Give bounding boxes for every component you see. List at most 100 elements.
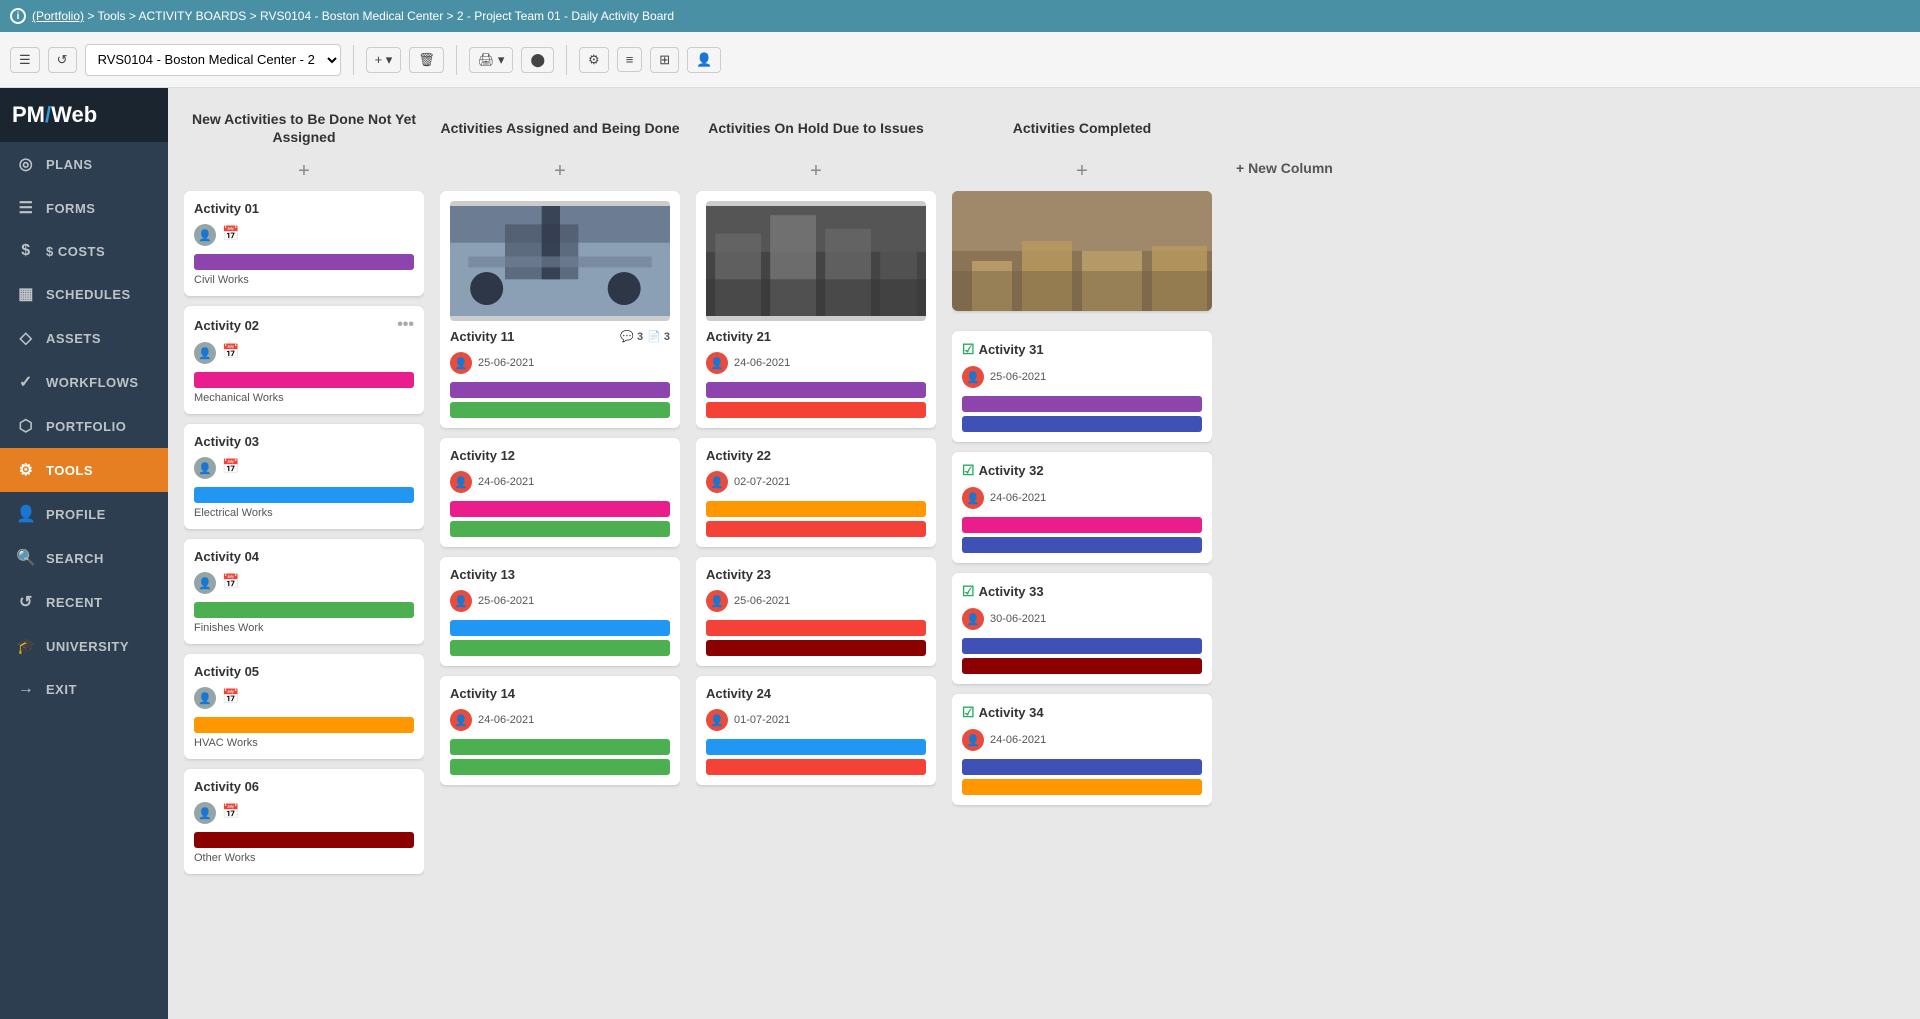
sidebar-label-assets: ASSETS — [46, 331, 101, 346]
date-act31: 25-06-2021 — [990, 371, 1046, 383]
top-bar: i (Portfolio) > Tools > ACTIVITY BOARDS … — [0, 0, 1920, 32]
calendar-act04: 📅 — [222, 573, 242, 593]
card-act34-meta: 👤 24-06-2021 — [962, 729, 1202, 751]
sidebar-label-plans: PLANS — [46, 157, 93, 172]
card-act03-title: Activity 03 — [194, 434, 414, 449]
date-act22: 02-07-2021 — [734, 476, 790, 488]
sidebar-item-profile[interactable]: 👤 PROFILE — [0, 492, 168, 536]
sidebar: PM/Web ◎ PLANS ☰ FORMS $ $ COSTS ▦ SCHED… — [0, 88, 168, 1019]
card-act31: ☑ Activity 31 👤 25-06-2021 — [952, 331, 1212, 442]
card-act22-meta: 👤 02-07-2021 — [706, 471, 926, 493]
sidebar-item-tools[interactable]: ⚙ TOOLs — [0, 448, 168, 492]
sidebar-item-portfolio[interactable]: ⬡ PORTFOLIO — [0, 404, 168, 448]
sidebar-item-workflows[interactable]: ✓ WORKFLOWS — [0, 360, 168, 404]
calendar-act03: 📅 — [222, 458, 242, 478]
exit-icon: → — [16, 680, 36, 698]
delete-button[interactable]: 🗑 — [409, 47, 444, 73]
recent-icon: ↺ — [16, 592, 36, 612]
avatar-act22: 👤 — [706, 471, 728, 493]
card-act33-title: ☑ Activity 33 — [962, 583, 1202, 600]
col1-add-button[interactable]: + — [184, 160, 424, 183]
sidebar-item-costs[interactable]: $ $ COSTS — [0, 230, 168, 272]
check-act33: ☑ — [962, 583, 975, 600]
date-act21: 24-06-2021 — [734, 357, 790, 369]
card-act11-title: Activity 11 💬 3 📄 3 — [450, 329, 670, 344]
breadcrumb: (Portfolio) > Tools > ACTIVITY BOARDS > … — [32, 9, 674, 23]
col4-add-button[interactable]: + — [952, 160, 1212, 183]
card-act05-meta: 👤 📅 — [194, 687, 414, 709]
tag-act34-hvac — [962, 779, 1202, 795]
sidebar-item-exit[interactable]: → EXIT — [0, 668, 168, 710]
card-act14-title: Activity 14 — [450, 686, 670, 701]
sidebar-item-schedules[interactable]: ▦ SCHEDULES — [0, 272, 168, 316]
tag-act11-progress — [450, 402, 670, 418]
tag-act32-done — [962, 537, 1202, 553]
avatar-act06: 👤 — [194, 802, 216, 824]
col3-add-button[interactable]: + — [696, 160, 936, 183]
toggle-button[interactable]: ⬤ — [521, 47, 554, 73]
sidebar-item-university[interactable]: 🎓 UNIVERSITY — [0, 624, 168, 668]
card-act14: Activity 14 👤 24-06-2021 — [440, 676, 680, 785]
sidebar-label-costs: $ COSTS — [46, 244, 105, 259]
portfolio-link[interactable]: (Portfolio) — [32, 9, 84, 23]
tag-act24-issues — [706, 759, 926, 775]
card-act06: Activity 06 👤 📅 Other Works — [184, 769, 424, 874]
settings-button[interactable]: ⚙ — [579, 47, 609, 73]
avatar-act01: 👤 — [194, 224, 216, 246]
avatar-act21: 👤 — [706, 352, 728, 374]
col4-cards: ☑ Activity 31 👤 25-06-2021 — [952, 191, 1212, 1003]
sidebar-label-recent: RECENT — [46, 595, 102, 610]
date-act14: 24-06-2021 — [478, 714, 534, 726]
card-act06-meta: 👤 📅 — [194, 802, 414, 824]
sidebar-item-forms[interactable]: ☰ FORMS — [0, 186, 168, 230]
more-act02[interactable]: ••• — [397, 316, 414, 334]
avatar-act23: 👤 — [706, 590, 728, 612]
new-column-button[interactable]: + New Column — [1228, 104, 1333, 1003]
card-act33: ☑ Activity 33 👤 30-06-2021 — [952, 573, 1212, 684]
calendar-act01: 📅 — [222, 225, 242, 245]
card-act02: Activity 02 ••• 👤 📅 Mechanical Works — [184, 306, 424, 414]
sidebar-item-recent[interactable]: ↺ RECENT — [0, 580, 168, 624]
sidebar-item-search[interactable]: 🔍 SEARCH — [0, 536, 168, 580]
tag-act02-mech — [194, 372, 414, 388]
sidebar-item-plans[interactable]: ◎ PLANS — [0, 142, 168, 186]
filter-button[interactable]: ≡ — [617, 47, 643, 72]
card-act13-title: Activity 13 — [450, 567, 670, 582]
tag-act33-other — [962, 658, 1202, 674]
tag-act32-mech — [962, 517, 1202, 533]
print-button[interactable]: 🖨 ▾ — [469, 47, 514, 73]
card-act11-meta: 👤 25-06-2021 — [450, 352, 670, 374]
user-button[interactable]: 👤 — [687, 47, 721, 73]
toolbar: ☰ ↺ RVS0104 - Boston Medical Center - 2 … — [0, 32, 1920, 88]
card-act23-title: Activity 23 — [706, 567, 926, 582]
date-act34: 24-06-2021 — [990, 734, 1046, 746]
col2-add-button[interactable]: + — [440, 160, 680, 183]
board-area: New Activities to Be Done Not Yet Assign… — [168, 88, 1920, 1019]
tag-act14-progress — [450, 739, 670, 755]
info-icon[interactable]: i — [10, 8, 26, 24]
avatar-act32: 👤 — [962, 487, 984, 509]
tag-act05-label: HVAC Works — [194, 737, 414, 749]
menu-button[interactable]: ☰ — [10, 47, 40, 73]
col1-cards: Activity 01 👤 📅 Civil Works Activity 02 — [184, 191, 424, 1003]
avatar-act13: 👤 — [450, 590, 472, 612]
filter2-button[interactable]: ⊞ — [650, 47, 679, 73]
card-act11-image — [450, 201, 670, 321]
project-select[interactable]: RVS0104 - Boston Medical Center - 2 — [85, 44, 341, 76]
card-act24: Activity 24 👤 01-07-2021 — [696, 676, 936, 785]
tag-act34-done — [962, 759, 1202, 775]
profile-icon: 👤 — [16, 504, 36, 524]
calendar-act05: 📅 — [222, 688, 242, 708]
add-button[interactable]: + ▾ — [366, 47, 402, 73]
tag-act22-issues — [706, 521, 926, 537]
card-act34-title: ☑ Activity 34 — [962, 704, 1202, 721]
date-act23: 25-06-2021 — [734, 595, 790, 607]
card-act22-title: Activity 22 — [706, 448, 926, 463]
undo-button[interactable]: ↺ — [48, 47, 77, 73]
card-act23: Activity 23 👤 25-06-2021 — [696, 557, 936, 666]
card-act02-title: Activity 02 ••• — [194, 316, 414, 334]
card-act14-meta: 👤 24-06-2021 — [450, 709, 670, 731]
sep1 — [353, 45, 354, 75]
sidebar-item-assets[interactable]: ◇ ASSETS — [0, 316, 168, 360]
col4-header: Activities Completed — [952, 104, 1212, 152]
